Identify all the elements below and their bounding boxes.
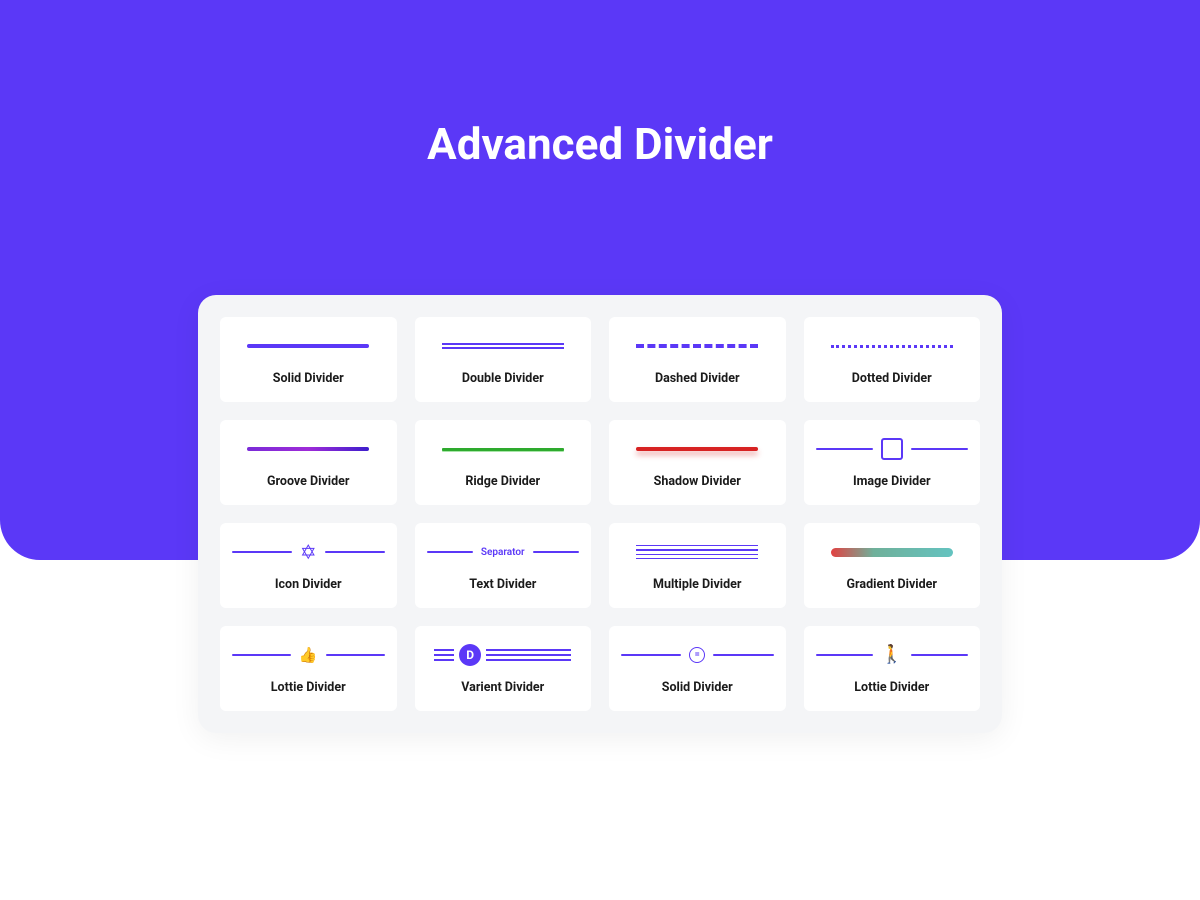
preview-ridge [427, 434, 580, 464]
divider-grid: Solid Divider Double Divider Dashed Divi… [220, 317, 980, 711]
preview-solid [232, 331, 385, 361]
tile-label: Groove Divider [267, 474, 349, 489]
tile-text-divider[interactable]: Separator Text Divider [415, 523, 592, 608]
divider-side-line [427, 551, 473, 553]
preview-image [816, 434, 969, 464]
preview-gradient [816, 537, 969, 567]
preview-double [427, 331, 580, 361]
tile-image-divider[interactable]: Image Divider [804, 420, 981, 505]
tile-label: Double Divider [462, 371, 544, 386]
divider-side-line [816, 654, 873, 656]
tile-label: Dashed Divider [655, 371, 740, 386]
tile-label: Image Divider [853, 474, 931, 489]
tile-icon-divider[interactable]: ✡ Icon Divider [220, 523, 397, 608]
divider-side-line [232, 654, 291, 656]
divider-line-double [442, 343, 564, 349]
tile-lottie-divider[interactable]: 👍 Lottie Divider [220, 626, 397, 711]
separator-text: Separator [481, 547, 525, 558]
divider-side-line [621, 654, 681, 656]
divider-side-line [911, 654, 968, 656]
preview-solid-center: = [621, 640, 774, 670]
divider-line-dashed [636, 344, 758, 348]
tile-groove-divider[interactable]: Groove Divider [220, 420, 397, 505]
divider-multiline [636, 545, 758, 560]
tile-gradient-divider[interactable]: Gradient Divider [804, 523, 981, 608]
tile-solid-divider-center[interactable]: = Solid Divider [609, 626, 786, 711]
divider-side-line [232, 551, 292, 553]
divider-side-line [325, 551, 385, 553]
tile-varient-divider[interactable]: D Varient Divider [415, 626, 592, 711]
preview-varient: D [427, 640, 580, 670]
tile-label: Lottie Divider [271, 680, 346, 695]
tile-label: Solid Divider [662, 680, 733, 695]
divider-side-line [713, 654, 773, 656]
tile-label: Ridge Divider [465, 474, 540, 489]
tile-label: Icon Divider [275, 577, 342, 592]
preview-multiple [621, 537, 774, 567]
tile-label: Lottie Divider [854, 680, 929, 695]
preview-dashed [621, 331, 774, 361]
tile-label: Dotted Divider [852, 371, 932, 386]
thumbs-up-icon: 👍 [299, 648, 318, 663]
divider-line-gradient [831, 548, 953, 557]
tile-double-divider[interactable]: Double Divider [415, 317, 592, 402]
tile-label: Solid Divider [273, 371, 344, 386]
preview-groove [232, 434, 385, 464]
tile-label: Text Divider [469, 577, 536, 592]
divider-side-line [816, 448, 873, 450]
divider-line-ridge [442, 448, 564, 451]
divider-line-groove [247, 447, 369, 451]
page-title: Advanced Divider [0, 118, 1200, 170]
d-badge-icon: D [459, 644, 481, 666]
tile-ridge-divider[interactable]: Ridge Divider [415, 420, 592, 505]
tile-label: Shadow Divider [654, 474, 741, 489]
tile-lottie-divider-2[interactable]: 🚶 Lottie Divider [804, 626, 981, 711]
divider-line-solid [247, 344, 369, 348]
tile-shadow-divider[interactable]: Shadow Divider [609, 420, 786, 505]
divider-side-line [326, 654, 385, 656]
equal-circle-icon: = [689, 647, 705, 663]
tile-label: Gradient Divider [847, 577, 937, 592]
preview-dotted [816, 331, 969, 361]
preview-text: Separator [427, 537, 580, 567]
tile-multiple-divider[interactable]: Multiple Divider [609, 523, 786, 608]
divider-side-line [911, 448, 968, 450]
preview-icon: ✡ [232, 537, 385, 567]
tile-dashed-divider[interactable]: Dashed Divider [609, 317, 786, 402]
tile-label: Varient Divider [461, 680, 544, 695]
preview-shadow [621, 434, 774, 464]
varient-wrap: D [434, 644, 571, 666]
preview-lottie-human: 🚶 [816, 640, 969, 670]
tile-solid-divider[interactable]: Solid Divider [220, 317, 397, 402]
varient-left-lines [434, 649, 454, 661]
preview-lottie-thumb: 👍 [232, 640, 385, 670]
tile-dotted-divider[interactable]: Dotted Divider [804, 317, 981, 402]
star-icon: ✡ [300, 542, 317, 562]
divider-line-dotted [831, 345, 953, 348]
person-walking-icon: 🚶 [881, 646, 903, 664]
tile-label: Multiple Divider [653, 577, 741, 592]
divider-side-line [533, 551, 579, 553]
varient-right-lines [486, 649, 571, 661]
image-placeholder-icon [881, 438, 903, 460]
divider-line-shadow [636, 447, 758, 451]
divider-gallery-card: Solid Divider Double Divider Dashed Divi… [198, 295, 1002, 733]
